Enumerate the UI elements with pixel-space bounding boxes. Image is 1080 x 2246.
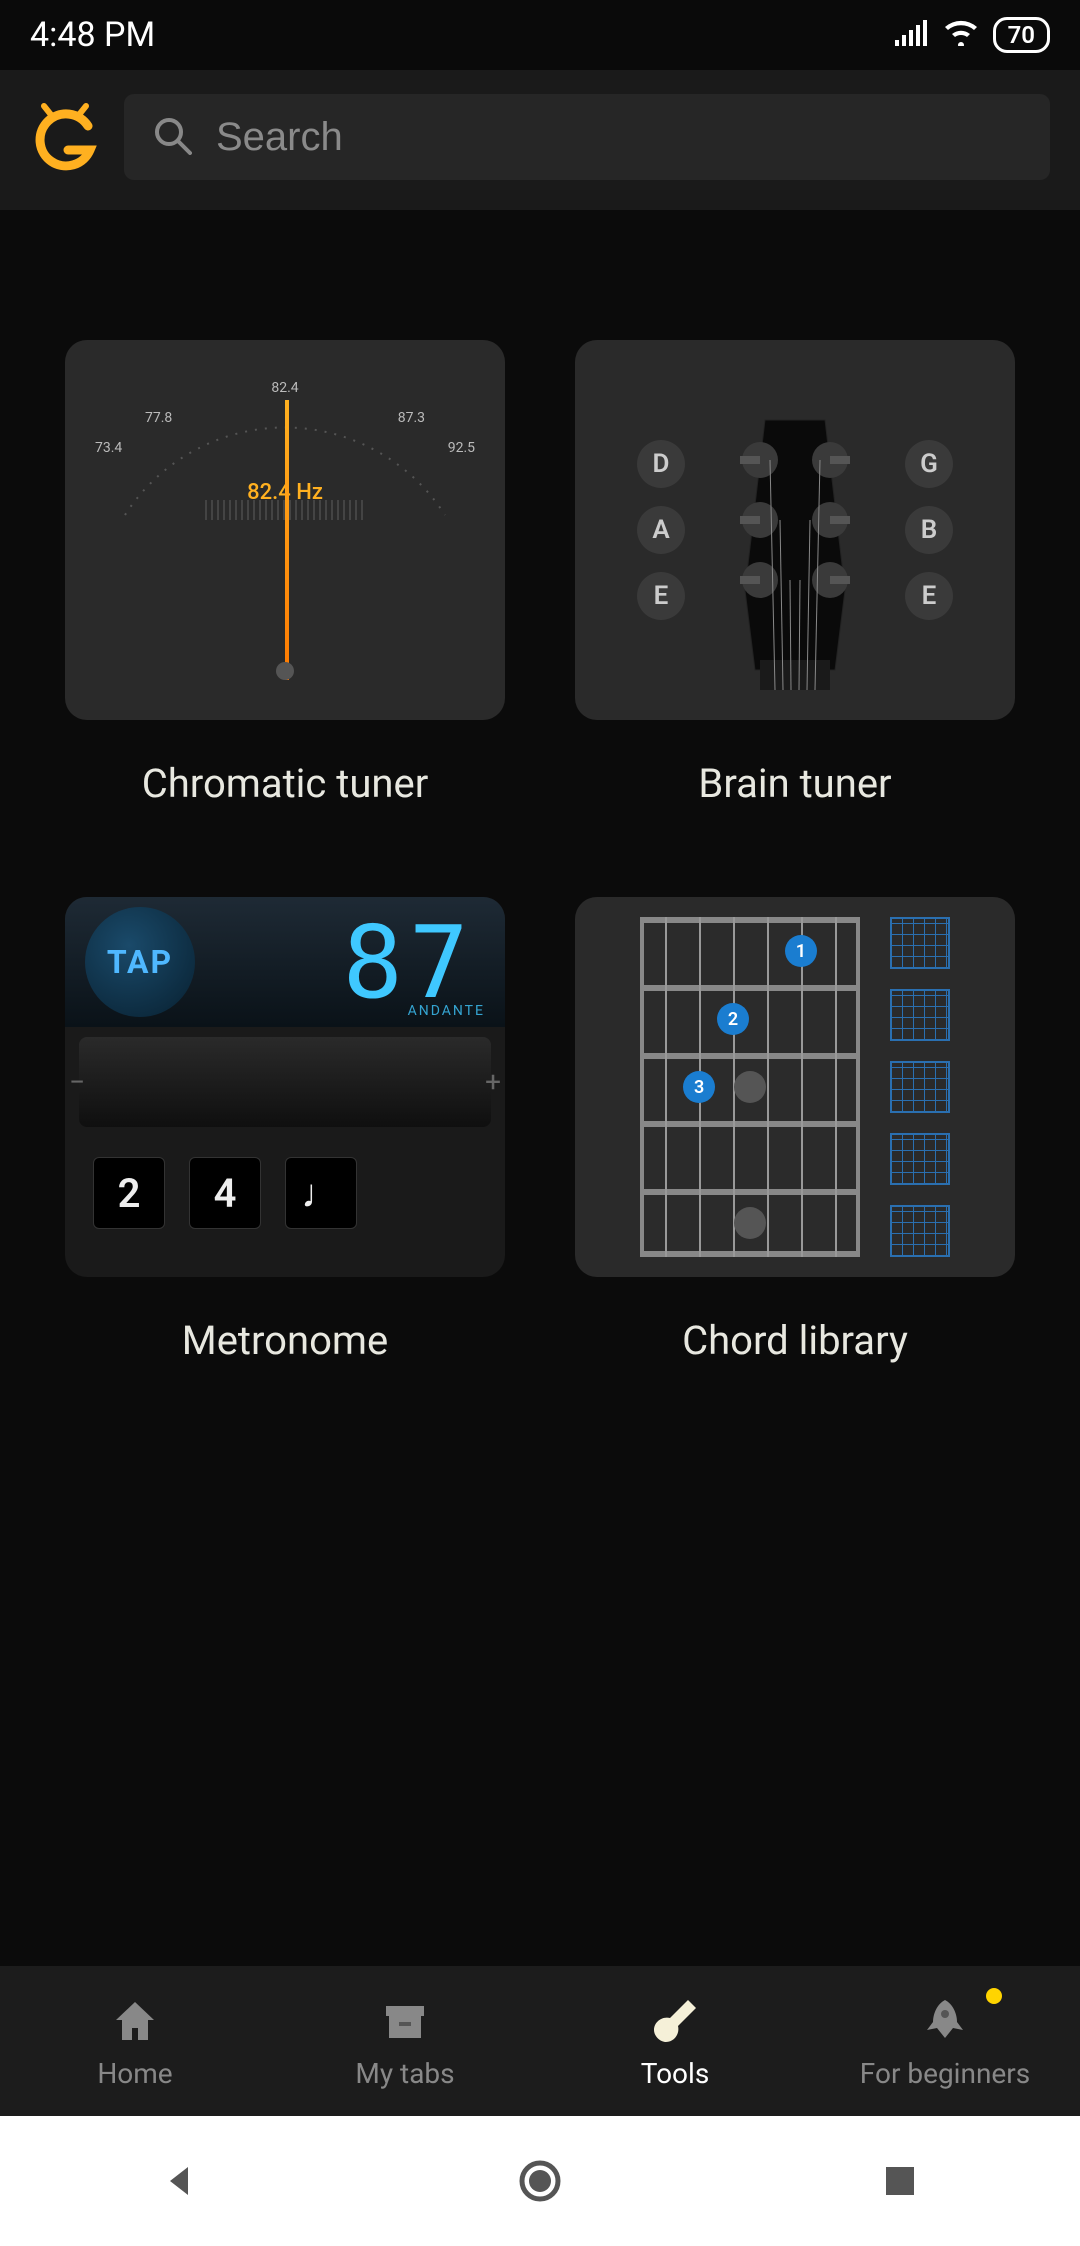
string-g-button[interactable]: G	[905, 440, 953, 488]
tool-brain-tuner[interactable]: D A E	[570, 340, 1020, 807]
tuner-tick-3: 82.4	[271, 380, 298, 396]
back-button[interactable]	[155, 2156, 205, 2206]
status-indicators: 70	[895, 15, 1050, 55]
chord-thumb-4[interactable]	[890, 1133, 950, 1185]
nav-beginners-label: For beginners	[860, 2057, 1030, 2090]
chord-thumb-5[interactable]	[890, 1205, 950, 1257]
topbar	[0, 70, 1080, 210]
signal-icon	[895, 15, 929, 55]
chord-dot-2: 2	[717, 1003, 749, 1035]
string-e-high-button[interactable]: E	[905, 572, 953, 620]
right-string-labels: G B E	[905, 440, 953, 620]
tuner-tick-1: 73.4	[95, 440, 122, 456]
tempo-name: ANDANTE	[408, 1003, 485, 1019]
chord-thumb-1[interactable]	[890, 917, 950, 969]
chord-library-label: Chord library	[682, 1317, 908, 1364]
nav-mytabs[interactable]: My tabs	[270, 1966, 540, 2116]
search-icon	[152, 115, 192, 159]
time-sig-denominator[interactable]: 4	[189, 1157, 261, 1229]
tools-grid: 73.4 77.8 82.4 87.3 92.5 82.4 Hz Chromat…	[0, 210, 1080, 1966]
chord-library-card: 1 2 3	[575, 897, 1015, 1277]
battery-indicator: 70	[993, 17, 1050, 53]
fret-marker-1	[734, 1071, 766, 1103]
nav-tools[interactable]: Tools	[540, 1966, 810, 2116]
chord-dot-3: 3	[683, 1071, 715, 1103]
fret-marker-2	[734, 1207, 766, 1239]
fretboard: 1 2 3	[640, 917, 860, 1257]
left-string-labels: D A E	[637, 440, 685, 620]
subdivision-button[interactable]: ♩	[285, 1157, 357, 1229]
metronome-label: Metronome	[182, 1317, 388, 1364]
tempo-dial[interactable]	[79, 1037, 491, 1127]
nav-home[interactable]: Home	[0, 1966, 270, 2116]
tuner-pivot	[276, 662, 294, 680]
string-a-button[interactable]: A	[637, 506, 685, 554]
recents-button[interactable]	[875, 2156, 925, 2206]
brain-tuner-card: D A E	[575, 340, 1015, 720]
string-d-button[interactable]: D	[637, 440, 685, 488]
tool-chromatic-tuner[interactable]: 73.4 77.8 82.4 87.3 92.5 82.4 Hz Chromat…	[60, 340, 510, 807]
nav-beginners[interactable]: For beginners	[810, 1966, 1080, 2116]
chord-thumbnails	[890, 917, 950, 1257]
string-b-button[interactable]: B	[905, 506, 953, 554]
home-icon	[107, 1993, 163, 2049]
chromatic-tuner-label: Chromatic tuner	[142, 760, 429, 807]
tuner-tick-4: 87.3	[398, 410, 425, 426]
status-bar: 4:48 PM 70	[0, 0, 1080, 70]
search-box[interactable]	[124, 94, 1050, 180]
metronome-card: TAP 87 ANDANTE 2 4 ♩	[65, 897, 505, 1277]
time-sig-numerator[interactable]: 2	[93, 1157, 165, 1229]
tap-button[interactable]: TAP	[85, 907, 195, 1017]
tuner-tick-2: 77.8	[145, 410, 172, 426]
notification-badge	[986, 1988, 1002, 2004]
string-e-low-button[interactable]: E	[637, 572, 685, 620]
brain-tuner-label: Brain tuner	[698, 760, 891, 807]
chord-thumb-2[interactable]	[890, 989, 950, 1041]
chord-thumb-3[interactable]	[890, 1061, 950, 1113]
search-input[interactable]	[216, 115, 1022, 160]
tuner-tick-5: 92.5	[448, 440, 475, 456]
nav-mytabs-label: My tabs	[355, 2057, 454, 2090]
status-time: 4:48 PM	[30, 15, 155, 55]
archive-icon	[377, 1993, 433, 2049]
guitar-icon	[647, 1993, 703, 2049]
nav-tools-label: Tools	[641, 2057, 710, 2090]
wifi-icon	[943, 15, 979, 55]
tool-metronome[interactable]: TAP 87 ANDANTE 2 4 ♩ Metronome	[60, 897, 510, 1364]
chord-dot-1: 1	[785, 935, 817, 967]
rocket-icon	[917, 1993, 973, 2049]
tuner-needle	[285, 400, 289, 680]
nav-home-label: Home	[97, 2057, 172, 2090]
app-logo[interactable]	[30, 102, 100, 172]
guitar-headstock-icon	[695, 370, 895, 690]
bottom-nav: Home My tabs Tools For beginners	[0, 1966, 1080, 2116]
tool-chord-library[interactable]: 1 2 3 Chord library	[570, 897, 1020, 1364]
system-nav-bar	[0, 2116, 1080, 2246]
home-button[interactable]	[515, 2156, 565, 2206]
chromatic-tuner-card: 73.4 77.8 82.4 87.3 92.5 82.4 Hz	[65, 340, 505, 720]
